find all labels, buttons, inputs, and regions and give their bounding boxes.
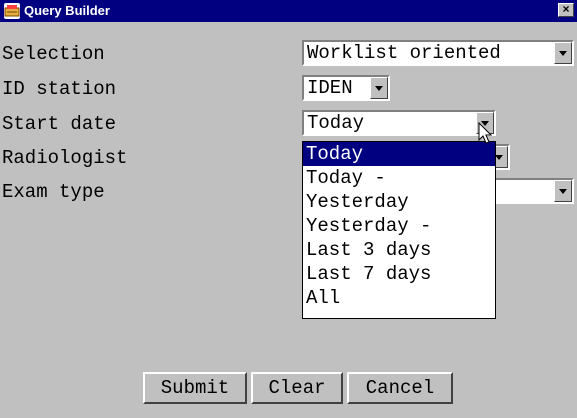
dropdown-option-last-7-days[interactable]: Last 7 days [303, 262, 495, 286]
dropdown-option-yesterday[interactable]: Yesterday [303, 190, 495, 214]
dropdown-option-today[interactable]: Today [303, 142, 495, 166]
dropdown-option-yesterday-minus[interactable]: Yesterday - [303, 214, 495, 238]
window-title: Query Builder [24, 3, 110, 18]
mouse-pointer-icon [478, 121, 494, 151]
start-date-dropdown-list[interactable]: Today Today - Yesterday Yesterday - Last… [302, 141, 496, 319]
close-button[interactable]: × [558, 3, 574, 17]
start-date-label: Start date [2, 113, 117, 135]
id-station-combo[interactable]: IDEN [302, 75, 390, 101]
selection-label: Selection [2, 43, 105, 65]
chevron-down-icon[interactable] [554, 180, 572, 202]
selection-combo[interactable]: Worklist oriented [302, 40, 574, 66]
dropdown-option-today-minus[interactable]: Today - [303, 166, 495, 190]
exam-type-label: Exam type [2, 181, 105, 203]
submit-button[interactable]: Submit [143, 372, 247, 404]
chevron-down-icon[interactable] [554, 42, 572, 64]
radiologist-label: Radiologist [2, 147, 128, 169]
app-icon [4, 3, 20, 19]
id-station-value: IDEN [307, 77, 353, 99]
selection-value: Worklist oriented [307, 42, 501, 64]
dropdown-option-all[interactable]: All [303, 286, 495, 310]
title-bar: Query Builder × [0, 0, 577, 22]
cancel-button[interactable]: Cancel [347, 372, 453, 404]
chevron-down-icon[interactable] [370, 77, 388, 99]
clear-button[interactable]: Clear [251, 372, 343, 404]
start-date-combo[interactable]: Today [302, 110, 496, 136]
id-station-label: ID station [2, 78, 117, 100]
dropdown-option-last-3-days[interactable]: Last 3 days [303, 238, 495, 262]
start-date-value: Today [307, 112, 365, 134]
